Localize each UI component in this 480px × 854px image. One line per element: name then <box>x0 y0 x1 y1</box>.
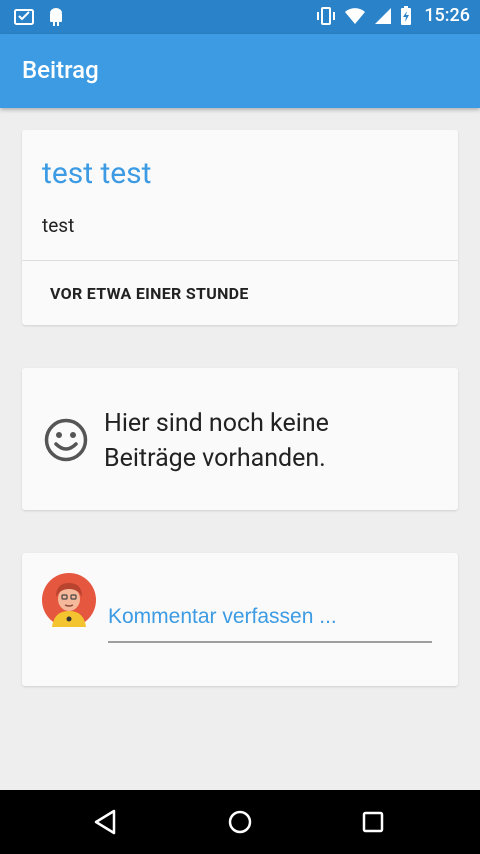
avatar <box>42 573 96 627</box>
comment-input[interactable] <box>108 597 432 643</box>
status-time: 15:26 <box>424 5 470 26</box>
vibrate-icon <box>317 6 336 25</box>
status-bar: 15:26 <box>0 0 480 34</box>
wifi-icon <box>345 7 366 24</box>
back-icon[interactable] <box>88 804 124 840</box>
battery-charging-icon <box>401 5 412 25</box>
comment-card <box>22 553 458 686</box>
post-card[interactable]: test test test VOR ETWA EINER STUNDE <box>22 130 458 325</box>
navigation-bar <box>0 790 480 854</box>
inbox-check-icon <box>14 9 34 25</box>
empty-state-card: Hier sind noch keine Beiträge vorhanden. <box>22 368 458 510</box>
app-bar: Beitrag <box>0 34 480 108</box>
android-icon <box>50 8 62 26</box>
smiley-icon <box>44 418 88 462</box>
post-title: test test <box>42 156 152 191</box>
post-body: test <box>42 214 75 237</box>
home-icon[interactable] <box>222 804 258 840</box>
empty-state-message: Hier sind noch keine Beiträge vorhanden. <box>104 406 329 476</box>
post-timestamp: VOR ETWA EINER STUNDE <box>50 284 249 303</box>
recents-icon[interactable] <box>355 804 391 840</box>
page-title: Beitrag <box>22 56 99 84</box>
signal-icon <box>375 7 392 24</box>
empty-state-line-2: Beiträge vorhanden. <box>104 444 326 473</box>
empty-state-line-1: Hier sind noch keine <box>104 409 329 438</box>
divider <box>22 260 458 261</box>
